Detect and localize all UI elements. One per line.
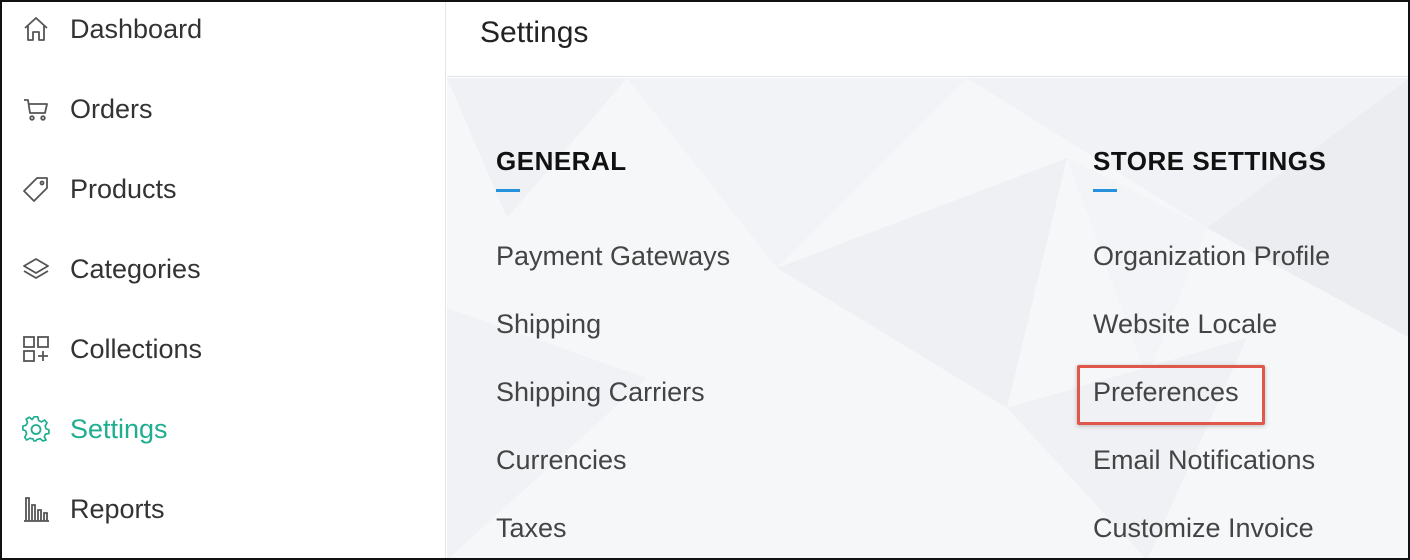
link-shipping[interactable]: Shipping [496,309,601,340]
bar-chart-icon [20,493,52,525]
sidebar-item-label: Orders [70,93,153,124]
sidebar-item-collections[interactable]: Collections [0,321,446,377]
sidebar-item-label: Products [70,173,177,204]
layers-icon [20,253,52,285]
store-settings-heading: STORE SETTINGS [1093,146,1327,176]
link-currencies[interactable]: Currencies [496,445,627,476]
sidebar-item-categories[interactable]: Categories [0,241,446,297]
sidebar: Dashboard Orders Products Categories Col… [0,0,446,560]
link-taxes[interactable]: Taxes [496,513,567,544]
link-email-notifications[interactable]: Email Notifications [1093,445,1315,476]
home-icon [20,13,52,45]
sidebar-item-label: Dashboard [70,13,203,44]
link-organization-profile[interactable]: Organization Profile [1093,241,1330,272]
link-website-locale[interactable]: Website Locale [1093,309,1277,340]
sidebar-item-products[interactable]: Products [0,161,446,217]
store-settings-underline [1093,189,1117,192]
link-preferences[interactable]: Preferences [1093,377,1239,408]
tag-icon [20,173,52,205]
main-panel: Settings GENERAL Payment Gateways Shippi… [447,0,1410,560]
general-heading: GENERAL [496,146,627,176]
sidebar-item-dashboard[interactable]: Dashboard [0,1,446,57]
cart-icon [20,93,52,125]
page-header: Settings [447,0,1410,77]
page-title: Settings [480,16,589,49]
link-payment-gateways[interactable]: Payment Gateways [496,241,730,272]
sidebar-item-label: Reports [70,493,165,524]
grid-plus-icon [20,333,52,365]
sidebar-item-reports[interactable]: Reports [0,481,446,537]
link-shipping-carriers[interactable]: Shipping Carriers [496,377,705,408]
sidebar-item-label: Settings [70,413,168,444]
sidebar-item-orders[interactable]: Orders [0,81,446,137]
sidebar-item-settings[interactable]: Settings [0,401,446,457]
link-customize-invoice[interactable]: Customize Invoice [1093,513,1314,544]
sidebar-item-label: Categories [70,253,201,284]
general-underline [496,189,520,192]
settings-content: GENERAL Payment Gateways Shipping Shippi… [447,78,1410,560]
sidebar-item-label: Collections [70,333,203,364]
gear-icon [20,413,52,445]
